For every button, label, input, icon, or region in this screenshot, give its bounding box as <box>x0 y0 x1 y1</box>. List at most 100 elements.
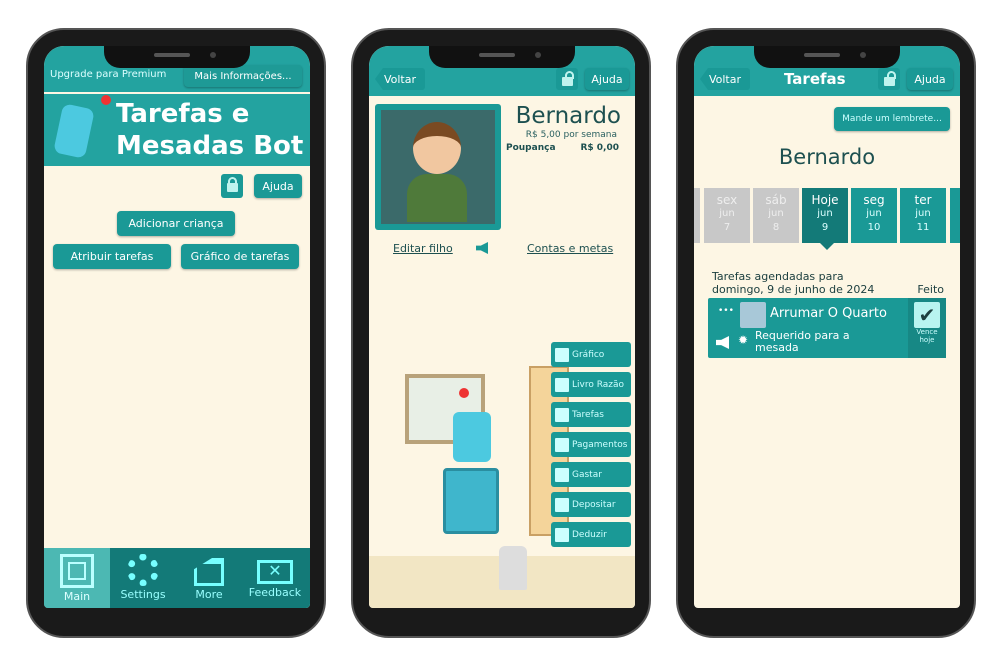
more-options-button[interactable]: ••• <box>718 306 734 316</box>
day-tab[interactable]: ter jun 11 <box>900 188 946 243</box>
arrow-up-icon <box>555 497 569 512</box>
side-menu-label: Pagamentos <box>572 439 628 450</box>
done-header: Feito <box>917 283 944 296</box>
day-strip: sex jun 7 sáb jun 8 Hoje jun 9 seg jun 10 ter jun 11 <box>694 188 960 243</box>
side-menu-label: Livro Razão <box>572 379 625 390</box>
chore-image <box>740 302 766 328</box>
help-button[interactable]: Ajuda <box>254 174 302 198</box>
side-menu-label: Deduzir <box>572 529 607 540</box>
bottom-nav: Main Settings More ✕ Feedback <box>44 548 310 608</box>
month: jun <box>915 208 931 219</box>
day-tab[interactable]: sex jun 7 <box>704 188 750 243</box>
child-name: Bernardo <box>515 103 621 129</box>
robot-icon <box>453 412 491 462</box>
title-line: Mesadas Bot <box>116 131 304 161</box>
weekday: seg <box>863 193 885 207</box>
day-tab[interactable]: Hoje jun 9 <box>802 188 848 243</box>
nav-label: More <box>195 588 223 601</box>
day-number: 11 <box>916 222 930 233</box>
day-number: 7 <box>723 222 731 233</box>
speaker-icon[interactable] <box>716 336 729 349</box>
nav-main[interactable]: Main <box>44 548 110 608</box>
month: jun <box>817 208 833 219</box>
day-tab[interactable]: sáb jun 8 <box>753 188 799 243</box>
screen-title: Tarefas <box>784 70 846 88</box>
more-info-button[interactable]: Mais Informações... <box>184 65 302 87</box>
sun-icon: ✹ <box>738 333 749 347</box>
weekday: ter <box>914 193 932 207</box>
lock-open-icon[interactable] <box>556 68 578 90</box>
weekday: Hoje <box>811 193 839 207</box>
side-menu-livro-razão[interactable]: Livro Razão <box>551 372 631 397</box>
day-partial[interactable] <box>694 188 700 243</box>
lock-open-icon[interactable] <box>878 68 900 90</box>
back-button[interactable]: Voltar <box>375 68 425 90</box>
side-menu-label: Tarefas <box>572 409 604 420</box>
edit-child-link[interactable]: Editar filho <box>393 242 453 255</box>
safe-icon <box>443 468 499 534</box>
phone-child: Voltar Ajuda Bernardo R$ 5,00 por semana… <box>351 28 651 638</box>
weekday: sex <box>716 193 738 207</box>
day-number: 9 <box>821 222 829 233</box>
month: jun <box>719 208 735 219</box>
side-menu-label: Gráfico <box>572 349 605 360</box>
upgrade-text: Upgrade para Premium <box>50 69 167 80</box>
chart-icon <box>555 347 569 362</box>
side-menu-pagamentos[interactable]: Pagamentos <box>551 432 631 457</box>
child-screen: Voltar Ajuda Bernardo R$ 5,00 por semana… <box>369 46 635 608</box>
day-tab[interactable]: seg jun 10 <box>851 188 897 243</box>
chore-chart-button[interactable]: Gráfico de tarefas <box>181 244 299 269</box>
day-number: 10 <box>867 222 881 233</box>
side-menu-depositar[interactable]: Depositar <box>551 492 631 517</box>
phone-chores: Voltar Tarefas Ajuda Mande um lembrete..… <box>676 28 976 638</box>
allowance-text: R$ 5,00 por semana <box>525 130 617 140</box>
savings-value: R$ 0,00 <box>580 143 619 153</box>
side-menu-tarefas[interactable]: Tarefas <box>551 402 631 427</box>
cake-icon <box>194 558 224 586</box>
chore-row[interactable]: ••• Arrumar O Quarto ✹ Requerido para a … <box>708 298 946 358</box>
month: jun <box>768 208 784 219</box>
assign-chores-button[interactable]: Atribuir tarefas <box>53 244 171 269</box>
robot-antenna-icon <box>101 95 111 105</box>
nav-feedback[interactable]: ✕ Feedback <box>242 548 308 608</box>
back-button[interactable]: Voltar <box>700 68 750 90</box>
day-number: 8 <box>772 222 780 233</box>
help-button[interactable]: Ajuda <box>907 68 953 90</box>
accounts-goals-link[interactable]: Contas e metas <box>527 242 613 255</box>
gear-icon <box>127 554 159 586</box>
side-menu-gráfico[interactable]: Gráfico <box>551 342 631 367</box>
cup-icon <box>555 407 569 422</box>
scheduled-heading: Tarefas agendadas para domingo, 9 de jun… <box>712 270 874 296</box>
checkbox-icon <box>555 437 569 452</box>
day-partial[interactable] <box>950 188 960 243</box>
nav-label: Main <box>63 590 91 603</box>
chore-name: Arrumar O Quarto <box>770 306 887 321</box>
done-checkbox[interactable]: ✔ <box>914 302 940 328</box>
main-screen: Upgrade para Premium Mais Informações...… <box>44 46 310 608</box>
add-child-button[interactable]: Adicionar criança <box>117 211 235 236</box>
help-button[interactable]: Ajuda <box>585 68 629 90</box>
nav-settings[interactable]: Settings <box>110 548 176 608</box>
envelope-icon: ✕ <box>257 560 293 584</box>
chore-note: Requerido para a mesada <box>755 329 850 354</box>
notch <box>104 46 250 68</box>
notch <box>754 46 900 68</box>
done-cell: ✔ Vence hoje <box>908 298 946 358</box>
ledger-icon <box>555 377 569 392</box>
notch <box>429 46 575 68</box>
send-reminder-button[interactable]: Mande um lembrete... <box>834 107 950 131</box>
child-name: Bernardo <box>778 145 876 169</box>
selected-pointer <box>820 243 834 250</box>
side-menu-label: Depositar <box>572 499 616 510</box>
safe-icon <box>60 554 94 588</box>
due-label: Vence hoje <box>916 328 938 344</box>
title-line: Tarefas e <box>116 99 250 129</box>
phone-main: Upgrade para Premium Mais Informações...… <box>26 28 326 638</box>
side-menu-deduzir[interactable]: Deduzir <box>551 522 631 547</box>
side-menu-gastar[interactable]: Gastar <box>551 462 631 487</box>
speaker-icon[interactable] <box>476 242 488 254</box>
savings-label: Poupança <box>506 143 556 153</box>
lock-icon[interactable] <box>221 174 243 198</box>
scheduled-line: Tarefas agendadas para <box>712 270 844 283</box>
nav-more[interactable]: More <box>176 548 242 608</box>
